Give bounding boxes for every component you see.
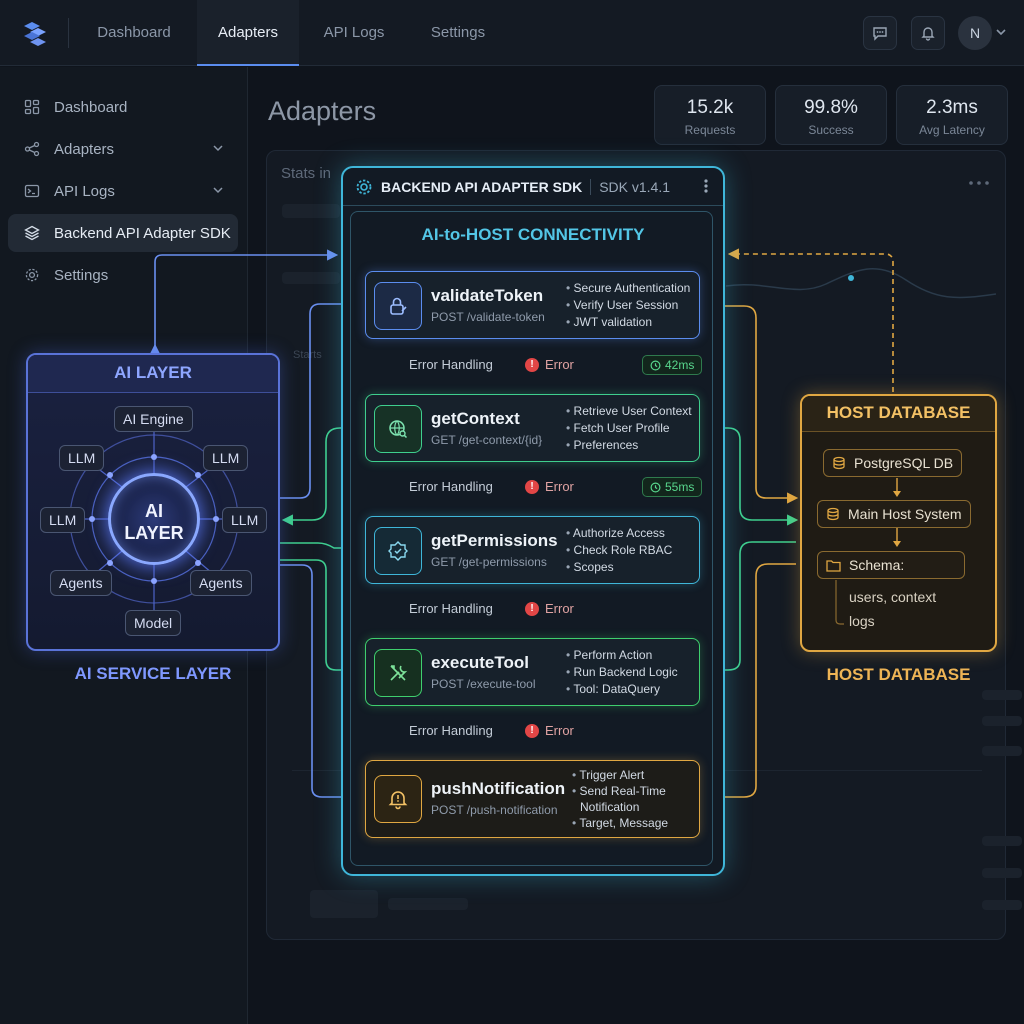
- endpoint-name: validateToken: [431, 286, 544, 305]
- endpoint-path: GET /get-permissions: [431, 555, 547, 569]
- endpoint-execute-tool[interactable]: executeTool POST /execute-tool Perform A…: [365, 638, 700, 706]
- endpoint-bullet: Authorize Access: [566, 525, 672, 542]
- endpoint-path: POST /execute-tool: [431, 677, 536, 691]
- ai-node-agents: Agents: [190, 570, 252, 596]
- endpoint-bullet: Fetch User Profile: [566, 420, 692, 437]
- endpoint-bullet: Scopes: [566, 559, 672, 576]
- endpoint-push-notification[interactable]: pushNotification POST /push-notification…: [365, 760, 700, 838]
- error-handling-label: Error Handling: [409, 479, 493, 494]
- error-handling-label: Error Handling: [409, 601, 493, 616]
- error-text: Error: [545, 601, 574, 616]
- ai-node-llm: LLM: [203, 445, 249, 471]
- error-text: Error: [545, 479, 574, 494]
- endpoint-bullet: JWT validation: [566, 314, 690, 331]
- endpoint-name: executeTool: [431, 653, 529, 672]
- ai-core-line2: LAYER: [124, 523, 184, 543]
- ai-service-layer-caption: AI SERVICE LAYER: [74, 664, 232, 683]
- error-label: ! Error: [525, 601, 574, 616]
- error-label: ! Error: [525, 479, 574, 494]
- endpoint-bullets: Perform Action Run Backend Logic Tool: D…: [566, 647, 678, 698]
- error-handling-label: Error Handling: [409, 723, 493, 738]
- endpoint-bullet: Run Backend Logic: [566, 664, 678, 681]
- endpoint-bullet: Send Real-Time: [572, 783, 668, 799]
- tools-icon: [374, 649, 422, 697]
- cog-chip-icon: [356, 179, 372, 194]
- endpoint-bullets: Retrieve User Context Fetch User Profile…: [566, 403, 692, 454]
- db-flow-arrows: [835, 478, 901, 625]
- endpoint-name: pushNotification: [431, 779, 566, 798]
- more-vertical-icon[interactable]: [703, 178, 709, 194]
- endpoint-name: getContext: [431, 409, 520, 428]
- sdk-header: BACKEND API ADAPTER SDK SDK v1.4.1: [343, 168, 723, 206]
- endpoint-path: POST /push-notification: [431, 803, 558, 817]
- endpoint-bullet: Target, Message: [572, 815, 668, 831]
- endpoint-bullet: Preferences: [566, 437, 692, 454]
- lock-icon: [374, 282, 422, 330]
- endpoint-bullet: Check Role RBAC: [566, 542, 673, 559]
- error-text: Error: [545, 723, 574, 738]
- endpoint-bullet: Verify User Session: [566, 297, 690, 314]
- ai-node-llm: LLM: [59, 445, 105, 471]
- endpoint-path: POST /validate-token: [431, 310, 545, 324]
- error-text: Error: [545, 357, 574, 372]
- error-icon: !: [525, 357, 539, 372]
- endpoint-path: GET /get-context/{id}: [431, 433, 543, 447]
- ai-layer-core[interactable]: AI LAYER: [108, 473, 200, 565]
- host-database-caption: HOST DATABASE: [826, 665, 971, 684]
- clock-icon: [650, 360, 661, 370]
- latency-badge: 55ms: [642, 477, 703, 497]
- bell-alert-icon: [374, 775, 422, 823]
- shield-badge-icon: [374, 527, 422, 575]
- ai-node-agents: Agents: [50, 570, 112, 596]
- error-handling-label: Error Handling: [409, 357, 493, 372]
- ai-node-model: Model: [125, 610, 182, 636]
- sdk-title: BACKEND API ADAPTER SDK: [381, 178, 583, 195]
- ai-core-line1: AI: [145, 501, 163, 521]
- endpoint-bullet: Perform Action: [566, 647, 678, 664]
- clock-icon: [650, 482, 661, 492]
- latency-badge: 42ms: [642, 355, 703, 375]
- endpoint-bullet: Tool: DataQuery: [566, 681, 678, 698]
- endpoint-get-context[interactable]: getContext GET /get-context/{id} Retriev…: [365, 394, 700, 462]
- error-label: ! Error: [525, 723, 574, 738]
- endpoint-bullet-text: Notification: [580, 800, 640, 814]
- sdk-version: SDK v1.4.1: [590, 178, 670, 195]
- endpoint-bullet: Retrieve User Context: [566, 403, 692, 420]
- error-icon: !: [525, 601, 539, 616]
- ai-node-llm: LLM: [40, 507, 86, 533]
- endpoint-name: getPermissions: [431, 531, 558, 550]
- ai-layer-title: AI LAYER: [28, 355, 278, 393]
- error-icon: !: [525, 479, 539, 494]
- endpoint-bullet: Trigger Alert: [572, 767, 668, 783]
- endpoint-bullets: Trigger Alert Send Real-Time Notificatio…: [572, 767, 668, 831]
- error-icon: !: [525, 723, 539, 738]
- sdk-subtitle: AI-to-HOST CONNECTIVITY: [421, 225, 645, 244]
- latency-value: 42ms: [665, 358, 695, 372]
- endpoint-bullets: Secure Authentication Verify User Sessio…: [566, 280, 691, 331]
- endpoint-bullet: Secure Authentication: [566, 280, 691, 297]
- endpoint-get-permissions[interactable]: getPermissions GET /get-permissions Auth…: [365, 516, 700, 584]
- globe-search-icon: [374, 405, 422, 453]
- schema-line: logs: [849, 613, 875, 629]
- endpoint-bullet-continuation: Notification: [572, 799, 668, 815]
- schema-line: users, context: [849, 589, 937, 605]
- ai-node-llm: LLM: [222, 507, 268, 533]
- error-label: ! Error: [525, 357, 574, 372]
- latency-value: 55ms: [665, 480, 695, 494]
- endpoint-bullets: Authorize Access Check Role RBAC Scopes: [566, 525, 672, 576]
- endpoint-validate-token[interactable]: validateToken POST /validate-token Secur…: [365, 271, 700, 339]
- ai-node-ai-engine: AI Engine: [114, 406, 193, 432]
